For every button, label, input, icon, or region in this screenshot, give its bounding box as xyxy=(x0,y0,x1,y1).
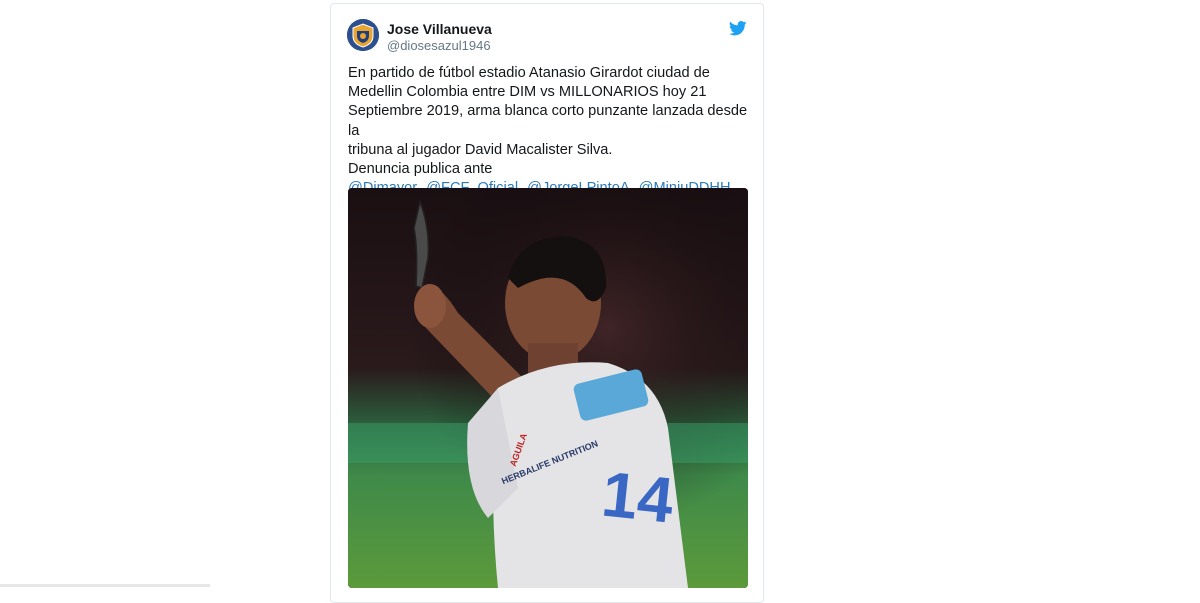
tweet-photo[interactable]: 14 HERBALIFE NUTRITION AGUILA xyxy=(348,188,748,588)
twitter-bird-icon[interactable] xyxy=(728,21,747,36)
tweet-text: En partido de fútbol estadio Atanasio Gi… xyxy=(348,64,756,198)
author-name[interactable]: Jose Villanueva xyxy=(387,21,492,37)
author-handle[interactable]: @diosesazul1946 xyxy=(387,38,491,53)
tweet-text-line: En partido de fútbol estadio Atanasio Gi… xyxy=(348,65,710,81)
jersey-number: 14 xyxy=(599,458,678,537)
tweet-text-line: tribuna al jugador David Macalister Silv… xyxy=(348,141,613,158)
tweet-text-line: Septiembre 2019, arma blanca corto punza… xyxy=(348,103,748,139)
embedded-tweet-card: Jose Villanueva @diosesazul1946 En parti… xyxy=(330,3,764,603)
club-crest-icon xyxy=(347,19,379,51)
tweet-text-line: Denuncia publica ante xyxy=(348,161,493,178)
photo-illustration: 14 HERBALIFE NUTRITION AGUILA xyxy=(348,188,748,588)
tweet-text-line: Medellin Colombia entre DIM vs MILLONARI… xyxy=(348,84,707,101)
author-avatar[interactable] xyxy=(347,19,379,51)
